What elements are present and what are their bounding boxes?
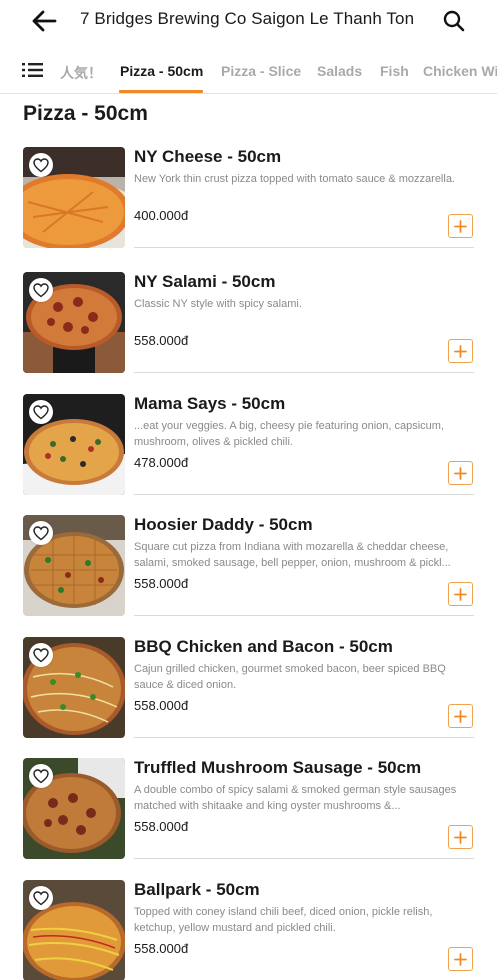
item-divider	[134, 737, 474, 738]
item-name: NY Cheese - 50cm	[134, 147, 282, 166]
category-tab-bar: 人気！ Pizza - 50cm Pizza - Slice Salads Fi…	[0, 50, 497, 94]
plus-icon	[454, 830, 467, 844]
category-menu-button[interactable]	[22, 61, 48, 83]
add-to-cart-button[interactable]	[448, 704, 473, 728]
item-price: 400.000đ	[134, 208, 189, 223]
menu-item[interactable]: NY Salami - 50cm Classic NY style with s…	[23, 272, 475, 394]
item-name: Truffled Mushroom Sausage - 50cm	[134, 758, 422, 777]
item-divider	[134, 247, 474, 248]
item-description: Topped with coney island chili beef, dic…	[134, 906, 433, 934]
store-title: 7 Bridges Brewing Co Saigon Le Thanh Ton	[80, 9, 415, 28]
item-photo	[23, 880, 125, 980]
menu-item[interactable]: Hoosier Daddy - 50cm Square cut pizza fr…	[23, 515, 475, 637]
top-bar: 7 Bridges Brewing Co Saigon Le Thanh Ton	[0, 0, 497, 44]
heart-icon	[33, 404, 49, 419]
item-photo	[23, 147, 125, 248]
item-photo	[23, 515, 125, 616]
add-to-cart-button[interactable]	[448, 339, 473, 363]
add-to-cart-button[interactable]	[448, 461, 473, 485]
item-photo	[23, 637, 125, 738]
tab-chicken-wings[interactable]: Chicken Wi	[423, 63, 497, 79]
menu-item[interactable]: BBQ Chicken and Bacon - 50cm Cajun grill…	[23, 637, 475, 759]
heart-icon	[33, 768, 49, 783]
item-name: Ballpark - 50cm	[134, 880, 260, 899]
plus-icon	[454, 344, 467, 358]
favorite-button[interactable]	[29, 153, 53, 177]
menu-item[interactable]: Truffled Mushroom Sausage - 50cm A doubl…	[23, 758, 475, 880]
arrow-left-icon	[32, 10, 57, 32]
add-to-cart-button[interactable]	[448, 214, 473, 238]
favorite-button[interactable]	[29, 278, 53, 302]
item-price: 558.000đ	[134, 941, 189, 956]
item-description: Classic NY style with spicy salami.	[134, 298, 302, 310]
add-to-cart-button[interactable]	[448, 582, 473, 606]
item-divider	[134, 858, 474, 859]
item-name: Hoosier Daddy - 50cm	[134, 515, 313, 534]
list-menu-icon	[22, 63, 43, 77]
item-name: BBQ Chicken and Bacon - 50cm	[134, 637, 393, 656]
favorite-button[interactable]	[29, 643, 53, 667]
item-price: 558.000đ	[134, 698, 189, 713]
item-name: Mama Says - 50cm	[134, 394, 286, 413]
tab-fish[interactable]: Fish	[380, 63, 409, 79]
tab-pizza-50cm[interactable]: Pizza - 50cm	[120, 63, 203, 79]
item-price: 558.000đ	[134, 576, 189, 591]
favorite-button[interactable]	[29, 521, 53, 545]
heart-icon	[33, 525, 49, 540]
item-description: Cajun grilled chicken, gourmet smoked ba…	[134, 663, 446, 691]
plus-icon	[454, 709, 467, 723]
item-photo	[23, 394, 125, 495]
item-name: NY Salami - 50cm	[134, 272, 276, 291]
item-price: 558.000đ	[134, 333, 189, 348]
heart-icon	[33, 890, 49, 905]
item-photo	[23, 272, 125, 373]
menu-item[interactable]: Mama Says - 50cm ...eat your veggies. A …	[23, 394, 475, 516]
favorite-button[interactable]	[29, 400, 53, 424]
menu-item[interactable]: Ballpark - 50cm Topped with coney island…	[23, 880, 475, 980]
active-tab-indicator	[119, 90, 203, 93]
heart-icon	[33, 157, 49, 172]
item-description: ...eat your veggies. A big, cheesy pie f…	[134, 420, 445, 448]
back-button[interactable]	[28, 6, 60, 36]
search-button[interactable]	[439, 6, 469, 36]
favorite-button[interactable]	[29, 886, 53, 910]
search-icon	[443, 10, 465, 32]
item-divider	[134, 372, 474, 373]
item-description: Square cut pizza from Indiana with mozar…	[134, 541, 451, 569]
item-divider	[134, 494, 474, 495]
tab-pizza-slice[interactable]: Pizza - Slice	[221, 63, 301, 79]
plus-icon	[454, 219, 467, 233]
item-description: New York thin crust pizza topped with to…	[134, 173, 455, 185]
plus-icon	[454, 466, 467, 480]
favorite-button[interactable]	[29, 764, 53, 788]
tab-salads[interactable]: Salads	[317, 63, 362, 79]
item-divider	[134, 615, 474, 616]
item-photo	[23, 758, 125, 859]
item-price: 558.000đ	[134, 819, 189, 834]
tab-popular[interactable]: 人気！	[60, 63, 102, 83]
plus-icon	[454, 952, 467, 966]
item-description: A double combo of spicy salami & smoked …	[134, 784, 457, 812]
add-to-cart-button[interactable]	[448, 825, 473, 849]
heart-icon	[33, 282, 49, 297]
section-title: Pizza - 50cm	[23, 102, 148, 125]
add-to-cart-button[interactable]	[448, 947, 473, 971]
item-price: 478.000đ	[134, 455, 189, 470]
heart-icon	[33, 647, 49, 662]
menu-item[interactable]: NY Cheese - 50cm New York thin crust piz…	[23, 147, 475, 269]
plus-icon	[454, 587, 467, 601]
